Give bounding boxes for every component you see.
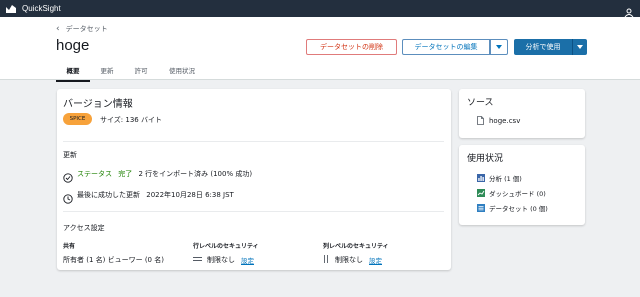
page-title: hoge	[56, 37, 90, 54]
usage-dashboard-label[interactable]: ダッシュボード (0)	[489, 188, 546, 198]
analysis-icon	[477, 174, 485, 182]
use-in-analysis-dropdown-button[interactable]	[572, 39, 587, 55]
row-security-status: 制限なし	[207, 256, 235, 264]
last-refresh-label: 最後に成功した更新	[77, 191, 140, 199]
column-security-settings-link[interactable]: 設定	[369, 255, 382, 265]
source-file[interactable]: hoge.csv	[477, 116, 520, 125]
usage-analysis-label[interactable]: 分析 (1 個)	[489, 173, 522, 183]
chevron-left-icon[interactable]: ‹	[56, 24, 60, 34]
dataset-icon	[477, 204, 485, 212]
clock-icon	[63, 189, 73, 204]
column-security-header: 列レベルのセキュリティ	[323, 243, 389, 250]
caret-down-icon	[577, 45, 583, 49]
user-icon[interactable]	[624, 3, 634, 18]
delete-dataset-button[interactable]: データセットの削除	[306, 39, 397, 55]
row-security-value: 制限なし 設定	[193, 255, 254, 265]
caret-down-icon	[496, 45, 502, 49]
breadcrumb[interactable]: ‹ データセット	[56, 24, 108, 34]
source-card: ソース hoge.csv	[459, 89, 585, 138]
status-value: 完了	[118, 170, 133, 178]
quicksight-logo-icon[interactable]	[6, 4, 16, 13]
tab-permissions[interactable]: 許可	[124, 65, 158, 82]
row-security-icon	[193, 256, 207, 264]
refresh-status: ステータス 完了 2 行をインポート済み (100% 成功)	[77, 169, 252, 179]
divider	[63, 141, 444, 142]
check-circle-icon	[63, 168, 73, 183]
usage-card: 使用状況 分析 (1 個) ダッシュボード (0) データセット (0 個)	[459, 145, 585, 225]
last-refresh-time: 2022年10月28日 6:38 JST	[146, 191, 234, 199]
file-icon	[477, 116, 484, 125]
column-security-icon	[323, 255, 335, 265]
refresh-section-label: 更新	[63, 151, 77, 159]
divider	[63, 211, 444, 212]
page-header: ‹ データセット hoge データセットの削除 データセットの編集 分析で使用 …	[0, 17, 640, 82]
column-security-status: 制限なし	[335, 256, 363, 264]
app-name[interactable]: QuickSight	[22, 4, 61, 13]
status-detail: 2 行をインポート済み (100% 成功)	[138, 170, 253, 178]
tab-bar: 概要 更新 許可 使用状況	[56, 65, 206, 82]
use-in-analysis-button[interactable]: 分析で使用	[514, 39, 572, 55]
sharing-value: 所有者 (1 名) ビューワー (0 名)	[63, 256, 164, 264]
usage-title: 使用状況	[467, 154, 504, 164]
last-refresh: 最後に成功した更新 2022年10月28日 6:38 JST	[77, 190, 234, 200]
tab-refresh[interactable]: 更新	[90, 65, 124, 82]
top-bar: QuickSight	[0, 0, 640, 18]
breadcrumb-datasets[interactable]: データセット	[66, 24, 108, 34]
tab-usage[interactable]: 使用状況	[158, 65, 206, 82]
row-security-settings-link[interactable]: 設定	[241, 255, 254, 265]
edit-dataset-button[interactable]: データセットの編集	[402, 39, 490, 55]
row-security-header: 行レベルのセキュリティ	[193, 243, 259, 250]
tab-overview[interactable]: 概要	[56, 65, 90, 82]
source-title: ソース	[467, 98, 494, 108]
access-settings-label: アクセス設定	[63, 224, 105, 232]
dashboard-icon	[477, 189, 485, 197]
column-security-value: 制限なし 設定	[323, 255, 382, 265]
overview-card: バージョン情報 SPICE サイズ: 136 バイト 更新 ステータス 完了 2…	[57, 89, 451, 270]
usage-dataset-label[interactable]: データセット (0 個)	[489, 203, 548, 213]
usage-analysis[interactable]: 分析 (1 個)	[477, 173, 522, 183]
dataset-size: サイズ: 136 バイト	[100, 116, 162, 124]
version-info-title: バージョン情報	[63, 99, 133, 110]
spice-badge: SPICE	[63, 113, 92, 125]
sharing-header: 共有	[63, 243, 76, 250]
edit-dataset-dropdown-button[interactable]	[490, 39, 508, 55]
status-label: ステータス	[77, 170, 112, 178]
usage-dashboard[interactable]: ダッシュボード (0)	[477, 188, 546, 198]
source-file-name[interactable]: hoge.csv	[489, 117, 520, 125]
usage-dataset[interactable]: データセット (0 個)	[477, 203, 548, 213]
